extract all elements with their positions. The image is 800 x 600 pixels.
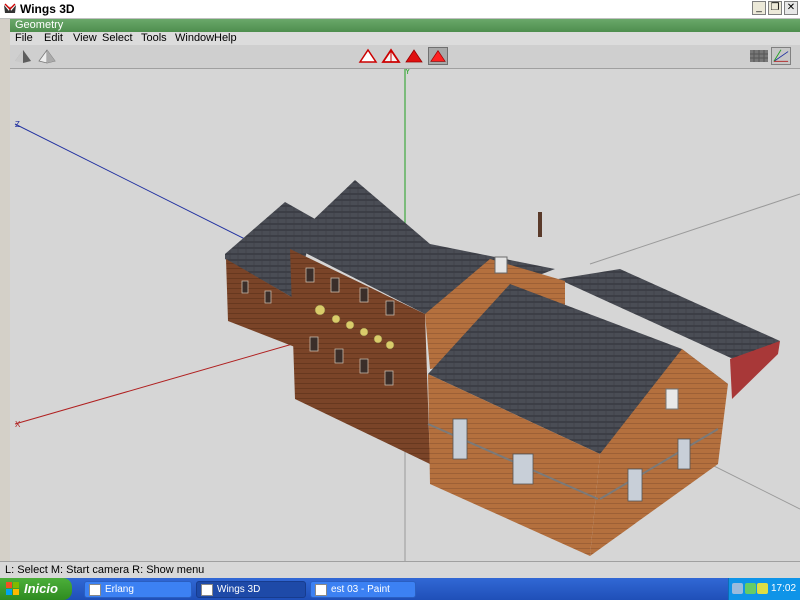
3d-viewport[interactable]: Y Z X xyxy=(10,69,800,561)
y-axis-label: Y xyxy=(405,69,411,76)
task-paint[interactable]: est 03 - Paint xyxy=(310,581,416,598)
start-label: Inicio xyxy=(24,581,58,596)
axes-icon[interactable] xyxy=(771,47,791,65)
z-axis-label: Z xyxy=(15,120,20,129)
geometry-title: Geometry xyxy=(15,19,64,31)
tray-volume-icon[interactable] xyxy=(757,583,768,594)
status-bar: L: Select M: Start camera R: Show menu xyxy=(0,561,800,579)
task-erlang[interactable]: Erlang xyxy=(84,581,192,598)
close-button[interactable]: ✕ xyxy=(784,1,798,15)
wings3d-icon xyxy=(201,584,213,596)
erlang-icon xyxy=(89,584,101,596)
system-tray: 17:02 xyxy=(728,578,800,600)
face-select-icon[interactable] xyxy=(404,47,424,65)
wings3d-logo-icon xyxy=(3,2,17,16)
clock: 17:02 xyxy=(771,583,797,594)
geometry-window-header[interactable]: Geometry xyxy=(10,19,800,32)
window-title: Wings 3D xyxy=(20,2,75,16)
menu-window[interactable]: Window xyxy=(175,32,214,45)
smooth-shading-icon[interactable] xyxy=(13,47,33,65)
maximize-button[interactable]: ❐ xyxy=(768,1,782,15)
start-button[interactable]: Inicio xyxy=(0,578,72,600)
vertex-select-icon[interactable] xyxy=(358,47,378,65)
x-axis-label: X xyxy=(15,420,21,429)
status-text: L: Select M: Start camera R: Show menu xyxy=(5,564,205,576)
toolbar xyxy=(10,45,800,69)
task-label: Wings 3D xyxy=(217,584,261,595)
z-axis xyxy=(14,123,256,245)
menu-edit[interactable]: Edit xyxy=(44,32,63,45)
edge-select-icon[interactable] xyxy=(381,47,401,65)
task-wings3d[interactable]: Wings 3D xyxy=(196,581,306,598)
x-axis-negative xyxy=(589,193,800,265)
tray-arrow-icon[interactable] xyxy=(732,583,743,594)
x-axis xyxy=(14,338,311,425)
task-label: Erlang xyxy=(105,584,134,595)
paint-icon xyxy=(315,584,327,596)
wireframe-shading-icon[interactable] xyxy=(37,47,57,65)
menu-bar: File Edit View Select Tools Window Help xyxy=(10,32,800,45)
viewport-scene: Y Z X xyxy=(14,69,800,561)
minimize-button[interactable]: _ xyxy=(752,1,766,15)
menu-view[interactable]: View xyxy=(73,32,97,45)
menu-select[interactable]: Select xyxy=(102,32,133,45)
menu-file[interactable]: File xyxy=(15,32,33,45)
title-bar: Wings 3D _ ❐ ✕ xyxy=(0,0,800,19)
menu-tools[interactable]: Tools xyxy=(141,32,167,45)
menu-help[interactable]: Help xyxy=(214,32,237,45)
body-select-icon[interactable] xyxy=(428,47,448,65)
tray-network-icon[interactable] xyxy=(745,583,756,594)
taskbar: Inicio Erlang Wings 3D est 03 - Paint 17… xyxy=(0,578,800,600)
windows-logo-icon xyxy=(6,582,19,595)
groundplane-icon[interactable] xyxy=(749,47,769,65)
task-label: est 03 - Paint xyxy=(331,584,390,595)
